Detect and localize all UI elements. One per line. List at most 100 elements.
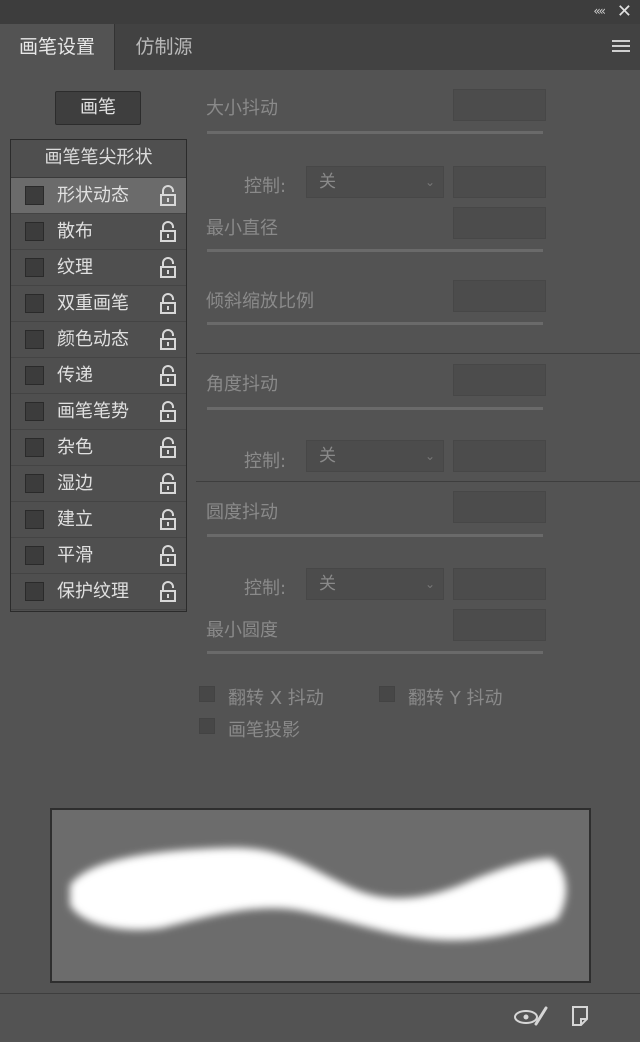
sidebar-item[interactable]: 散布 [11,214,186,250]
option-checkbox[interactable] [25,294,44,313]
option-checkbox[interactable] [25,222,44,241]
sidebar-item-label: 颜色动态 [57,329,129,350]
brush-stroke-graphic [70,847,567,941]
lock-icon[interactable] [158,185,178,207]
sidebar-item[interactable]: 传递 [11,358,186,394]
min-diameter-field[interactable] [453,207,546,239]
lock-icon[interactable] [158,329,178,351]
size-control-field[interactable] [453,166,546,198]
size-control-select[interactable]: 关 ⌄ [306,166,444,198]
size-jitter-field[interactable] [453,89,546,121]
sidebar-item[interactable]: 保护纹理 [11,574,186,610]
angle-jitter-field[interactable] [453,364,546,396]
sidebar-item[interactable]: 湿边 [11,466,186,502]
sidebar-item-label: 传递 [57,365,93,386]
option-checkbox[interactable] [25,330,44,349]
close-icon[interactable]: ✕ [617,1,632,22]
option-checkbox[interactable] [25,258,44,277]
flip-x-checkbox[interactable] [199,686,215,702]
roundness-control-label: 控制: [244,578,287,599]
sidebar-item-label: 画笔笔势 [57,401,129,422]
chevron-down-icon: ⌄ [424,175,435,189]
lock-icon[interactable] [158,293,178,315]
lock-icon[interactable] [158,473,178,495]
sidebar-item-label: 湿边 [57,473,93,494]
min-roundness-field[interactable] [453,609,546,641]
section-divider [196,481,640,482]
size-control-label: 控制: [244,176,287,197]
tilt-scale-slider[interactable] [207,322,543,325]
sidebar-item-label: 保护纹理 [57,581,129,602]
lock-icon[interactable] [158,401,178,423]
roundness-jitter-field[interactable] [453,491,546,523]
bottom-toolbar [0,993,640,1042]
roundness-jitter-label: 圆度抖动 [206,502,278,523]
lock-icon[interactable] [158,221,178,243]
angle-control-label: 控制: [244,451,287,472]
min-roundness-slider[interactable] [207,651,543,654]
option-checkbox[interactable] [25,474,44,493]
chevron-down-icon: ⌄ [424,449,435,463]
sidebar-item[interactable]: 纹理 [11,250,186,286]
panel-menu-icon[interactable] [612,40,630,54]
sidebar-item-label: 纹理 [57,257,93,278]
brush-stroke-preview [50,808,591,983]
section-divider [196,353,640,354]
sidebar-item[interactable]: 杂色 [11,430,186,466]
sidebar-item-label: 散布 [57,221,93,242]
roundness-control-value: 关 [319,574,336,594]
option-checkbox[interactable] [25,186,44,205]
sidebar-item[interactable]: 平滑 [11,538,186,574]
sidebar-item[interactable]: 画笔笔势 [11,394,186,430]
sidebar-item[interactable]: 形状动态 [11,178,186,214]
min-diameter-slider[interactable] [207,249,543,252]
collapse-icon[interactable]: «« [593,4,606,18]
flip-y-checkbox[interactable] [379,686,395,702]
tab-brush-settings[interactable]: 画笔设置 [0,24,115,70]
tilt-scale-label: 倾斜缩放比例 [206,291,314,312]
lock-icon[interactable] [158,437,178,459]
sidebar-item[interactable]: 双重画笔 [11,286,186,322]
size-jitter-slider[interactable] [207,131,543,134]
option-checkbox[interactable] [25,402,44,421]
roundness-control-select[interactable]: 关 ⌄ [306,568,444,600]
lock-icon[interactable] [158,581,178,603]
brush-projection-label: 画笔投影 [228,720,300,741]
sidebar-item-label: 建立 [57,509,93,530]
min-roundness-label: 最小圆度 [206,620,278,641]
sidebar-item[interactable]: 颜色动态 [11,322,186,358]
option-checkbox[interactable] [25,438,44,457]
brush-tip-shape-item[interactable]: 画笔笔尖形状 [11,140,186,178]
tilt-scale-field[interactable] [453,280,546,312]
tab-clone-source[interactable]: 仿制源 [116,24,212,70]
lock-icon[interactable] [158,365,178,387]
option-checkbox[interactable] [25,366,44,385]
brushes-button[interactable]: 画笔 [55,91,141,125]
brush-options-list: 画笔笔尖形状 形状动态散布纹理双重画笔颜色动态传递画笔笔势杂色湿边建立平滑保护纹… [10,139,187,612]
lock-icon[interactable] [158,257,178,279]
angle-control-value: 关 [319,446,336,466]
option-checkbox[interactable] [25,546,44,565]
option-checkbox[interactable] [25,510,44,529]
sidebar-item-label: 平滑 [57,545,93,566]
brush-projection-checkbox[interactable] [199,718,215,734]
lock-icon[interactable] [158,509,178,531]
size-jitter-label: 大小抖动 [206,98,278,119]
angle-jitter-slider[interactable] [207,407,543,410]
min-diameter-label: 最小直径 [206,218,278,239]
angle-control-select[interactable]: 关 ⌄ [306,440,444,472]
tab-bar: 画笔设置 仿制源 [0,24,640,70]
new-preset-icon[interactable] [570,1004,592,1028]
roundness-control-field[interactable] [453,568,546,600]
sidebar-item-label: 形状动态 [57,185,129,206]
roundness-jitter-slider[interactable] [207,534,543,537]
eye-brush-icon[interactable] [512,1004,548,1030]
angle-control-field[interactable] [453,440,546,472]
sidebar-item-label: 双重画笔 [57,293,129,314]
sidebar-item-label: 杂色 [57,437,93,458]
lock-icon[interactable] [158,545,178,567]
option-checkbox[interactable] [25,582,44,601]
sidebar-item[interactable]: 建立 [11,502,186,538]
angle-jitter-label: 角度抖动 [206,374,278,395]
size-control-value: 关 [319,172,336,192]
